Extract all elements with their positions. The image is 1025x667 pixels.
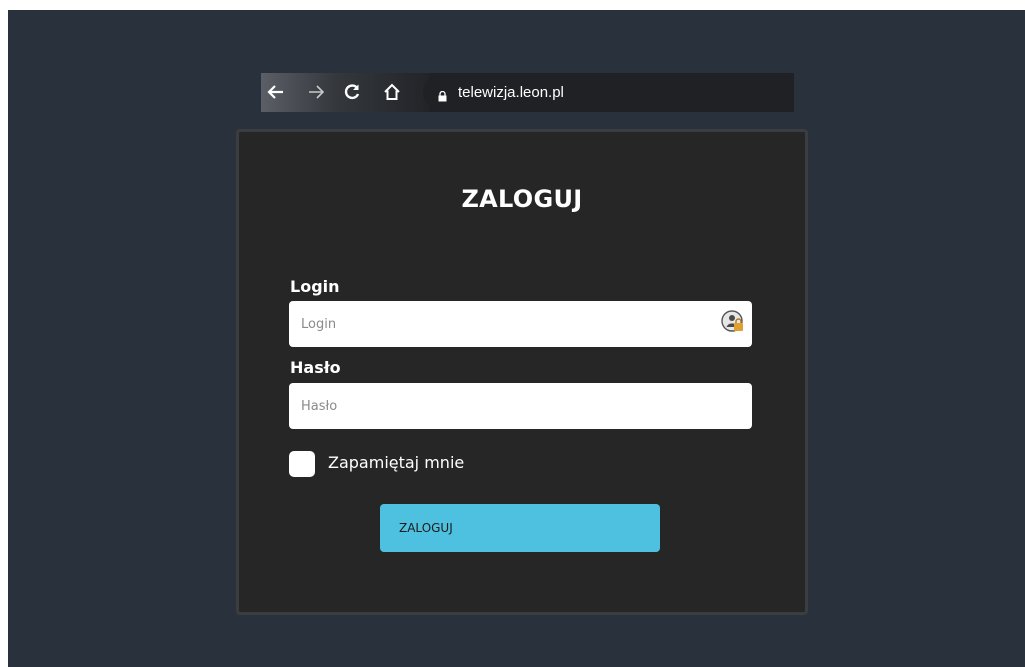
remember-me-label[interactable]: Zapamiętaj mnie <box>328 453 464 473</box>
lock-icon <box>438 87 447 102</box>
browser-nav-area <box>261 73 429 112</box>
page-title: ZALOGUJ <box>461 185 583 213</box>
password-manager-icon[interactable] <box>721 310 745 334</box>
forward-arrow-icon[interactable] <box>303 82 329 102</box>
address-bar[interactable]: telewizja.leon.pl <box>423 75 794 110</box>
login-panel: ZALOGUJ Login Hasło Zapamiętaj mnie ZALO… <box>236 129 808 615</box>
back-arrow-icon[interactable] <box>263 82 289 102</box>
reload-icon[interactable] <box>339 82 365 102</box>
url-text: telewizja.leon.pl <box>458 84 564 101</box>
login-label: Login <box>290 277 340 296</box>
home-icon[interactable] <box>379 82 405 102</box>
login-input[interactable] <box>289 301 752 347</box>
browser-toolbar: telewizja.leon.pl <box>261 73 794 112</box>
password-label: Hasło <box>290 358 341 377</box>
remember-me-checkbox[interactable] <box>289 451 315 477</box>
login-submit-button[interactable]: ZALOGUJ <box>380 504 660 552</box>
password-input[interactable] <box>289 383 752 429</box>
